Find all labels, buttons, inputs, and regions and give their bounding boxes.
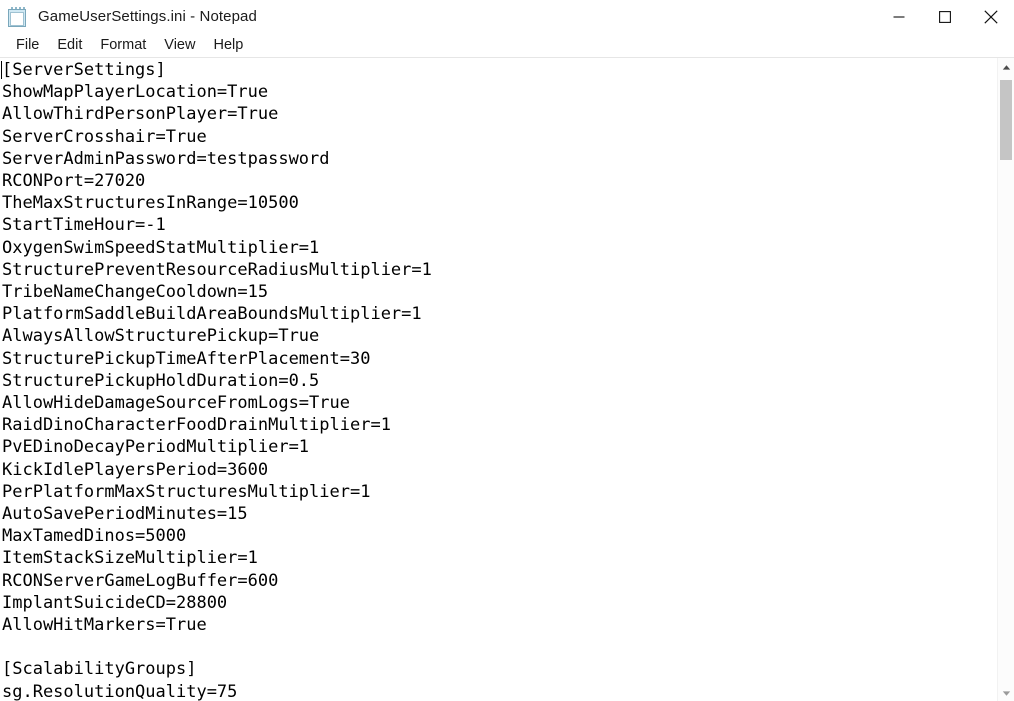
scroll-up-button[interactable] <box>998 58 1014 75</box>
menu-item-view[interactable]: View <box>155 33 204 57</box>
menu-item-edit[interactable]: Edit <box>48 33 91 57</box>
editor-content[interactable]: [ServerSettings] ShowMapPlayerLocation=T… <box>2 59 997 701</box>
menu-bar: File Edit Format View Help <box>0 33 1014 58</box>
scroll-up-arrow-icon <box>1002 58 1011 76</box>
title-bar[interactable]: GameUserSettings.ini - Notepad <box>0 0 1014 33</box>
menu-item-help[interactable]: Help <box>204 33 252 57</box>
window-title: GameUserSettings.ini - Notepad <box>38 8 257 25</box>
menu-item-file[interactable]: File <box>7 33 48 57</box>
title-bar-left: GameUserSettings.ini - Notepad <box>0 0 257 33</box>
minimize-button[interactable] <box>876 0 922 33</box>
maximize-button[interactable] <box>922 0 968 33</box>
scroll-thumb[interactable] <box>1000 80 1012 160</box>
window-controls <box>876 0 1014 33</box>
maximize-icon <box>939 10 951 23</box>
menu-item-format[interactable]: Format <box>91 33 155 57</box>
minimize-icon <box>893 11 905 23</box>
notepad-icon <box>7 6 28 28</box>
vertical-scrollbar[interactable] <box>997 58 1014 701</box>
close-icon <box>984 9 998 24</box>
scroll-down-arrow-icon <box>1002 684 1011 701</box>
scroll-down-button[interactable] <box>998 684 1014 701</box>
close-button[interactable] <box>968 0 1014 33</box>
notepad-window: GameUserSettings.ini - Notepad File Edit… <box>0 0 1014 701</box>
text-editor[interactable]: [ServerSettings] ShowMapPlayerLocation=T… <box>0 58 997 701</box>
editor-area: [ServerSettings] ShowMapPlayerLocation=T… <box>0 58 1014 701</box>
